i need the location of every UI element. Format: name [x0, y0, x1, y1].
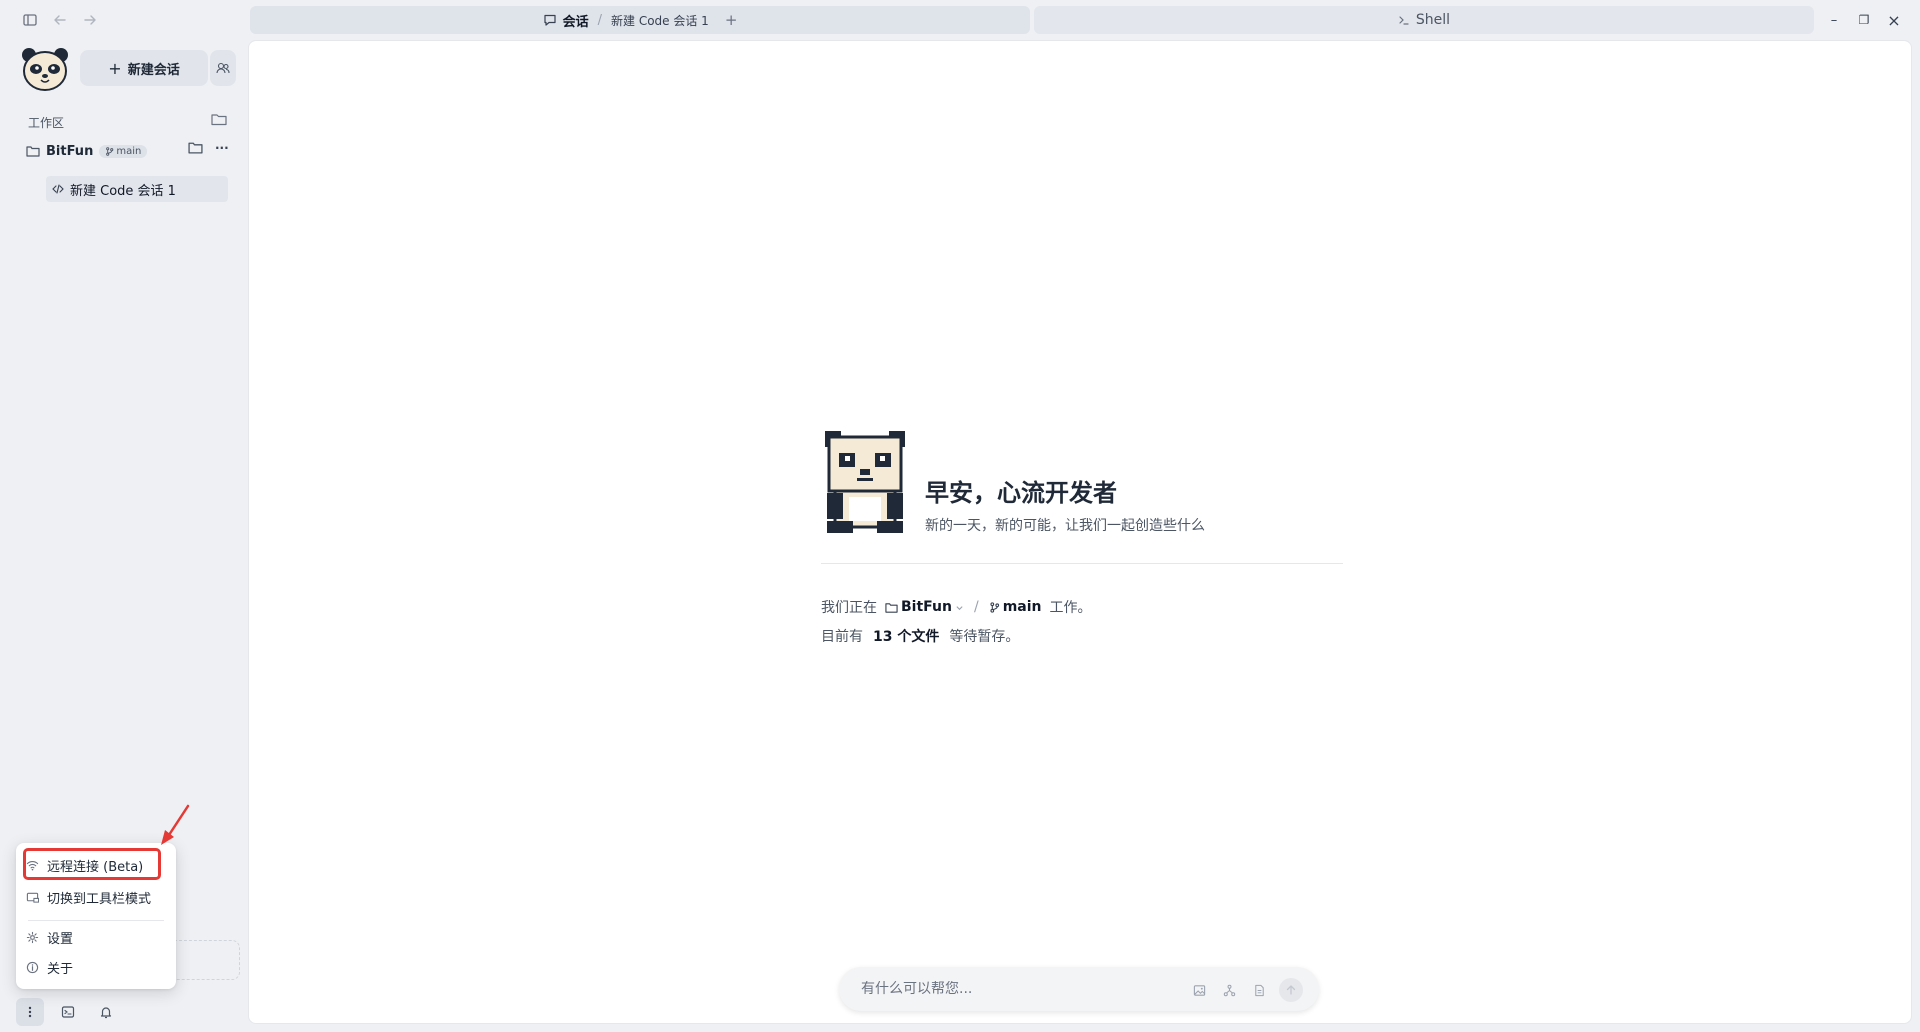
hierarchy-icon[interactable] — [1219, 980, 1239, 1000]
workspace-label: 工作区 — [28, 116, 65, 130]
files-count-link[interactable]: 13 个文件 — [873, 626, 939, 646]
open-folder-icon[interactable] — [210, 110, 228, 128]
terminal-prompt-icon — [1398, 14, 1410, 26]
chat-tools — [1189, 978, 1303, 1002]
sidebar-bottom-panel — [174, 940, 240, 980]
bell-icon[interactable] — [92, 998, 120, 1026]
code-icon — [52, 184, 64, 194]
tab-chat-section-label: 会话 — [562, 14, 589, 30]
project-actions: ··· — [188, 140, 229, 155]
branch-badge: main — [99, 144, 148, 158]
restore-button[interactable]: ❐ — [1854, 10, 1874, 30]
menu-item-label: 设置 — [47, 931, 74, 947]
forward-arrow-icon[interactable] — [80, 10, 100, 30]
chat-bubble-icon — [543, 13, 557, 27]
files-suffix: 等待暂存。 — [949, 629, 1020, 645]
arrow-up-icon — [1286, 985, 1296, 995]
users-icon — [216, 62, 230, 74]
folder-icon — [26, 146, 40, 157]
document-icon[interactable] — [1249, 980, 1269, 1000]
toolbar-icon — [26, 892, 39, 903]
team-button[interactable] — [210, 50, 236, 86]
plus-icon: + — [108, 58, 122, 78]
send-button[interactable] — [1279, 978, 1303, 1002]
menu-item-toolbar-mode[interactable]: 切换到工具栏模式 — [26, 886, 151, 908]
tab-chat-session-label: 新建 Code 会话 1 — [611, 13, 709, 28]
session-label: 新建 Code 会话 1 — [70, 183, 176, 199]
new-chat-label: 新建会话 — [127, 62, 180, 78]
annotation-arrow-icon — [161, 804, 190, 845]
menu-item-about[interactable]: 关于 — [26, 956, 73, 978]
files-status-line: 目前有 13 个文件 等待暂存。 — [821, 626, 1019, 646]
chat-input-box — [839, 967, 1319, 1011]
hero-divider — [821, 563, 1343, 564]
chevron-down-icon — [956, 605, 963, 610]
working-suffix: 工作。 — [1049, 600, 1092, 616]
main-panel: 早安，心流开发者 新的一天，新的可能，让我们一起创造些什么 我们正在 BitFu… — [248, 40, 1912, 1024]
annotation-highlight-box — [23, 848, 161, 880]
project-selector[interactable]: BitFun — [885, 599, 964, 615]
greeting-subtitle: 新的一天，新的可能，让我们一起创造些什么 — [925, 518, 1205, 534]
tab-chat[interactable]: 会话 / 新建 Code 会话 1 + — [250, 6, 1030, 34]
folder-action-icon[interactable] — [188, 140, 203, 155]
working-status-line: 我们正在 BitFun / main 工作。 — [821, 597, 1092, 617]
project-name: BitFun — [46, 143, 94, 159]
project-name: BitFun — [901, 599, 952, 615]
greeting-title: 早安，心流开发者 — [925, 479, 1117, 507]
panda-logo-icon[interactable] — [20, 46, 70, 92]
minimize-button[interactable]: – — [1824, 10, 1844, 30]
menu-divider — [28, 920, 164, 921]
session-item[interactable]: 新建 Code 会话 1 — [46, 176, 228, 202]
git-branch-icon — [990, 601, 999, 613]
more-options-button[interactable]: ··· — [215, 141, 229, 155]
tab-shell[interactable]: Shell — [1034, 6, 1814, 34]
branch-name: main — [1002, 599, 1042, 615]
gear-icon — [26, 931, 39, 943]
close-button[interactable]: × — [1884, 10, 1904, 30]
back-arrow-icon[interactable] — [50, 10, 70, 30]
branch-name: main — [116, 145, 142, 157]
chat-input[interactable] — [861, 981, 1181, 997]
panda-mascot-icon — [825, 431, 905, 533]
sidebar-toggle-icon[interactable] — [20, 10, 40, 30]
more-vertical-icon[interactable] — [16, 998, 44, 1026]
info-icon — [26, 961, 39, 973]
files-prefix: 目前有 — [821, 629, 863, 645]
menu-item-label: 切换到工具栏模式 — [47, 891, 152, 907]
menu-item-settings[interactable]: 设置 — [26, 926, 73, 948]
folder-icon — [885, 602, 898, 613]
image-icon[interactable] — [1189, 980, 1209, 1000]
title-bar: 会话 / 新建 Code 会话 1 + Shell – ❐ × — [0, 0, 1920, 40]
tab-shell-label: Shell — [1415, 12, 1451, 28]
terminal-icon[interactable] — [54, 998, 82, 1026]
new-chat-button[interactable]: + 新建会话 — [80, 50, 208, 86]
add-tab-button[interactable]: + — [725, 11, 738, 29]
git-branch-icon — [106, 146, 114, 156]
working-prefix: 我们正在 — [821, 600, 877, 616]
sidebar-bottom-bar — [16, 998, 120, 1026]
menu-item-label: 关于 — [47, 961, 74, 977]
tab-chat-separator: / — [597, 12, 602, 28]
branch-selector[interactable]: main — [989, 599, 1042, 615]
status-separator: / — [973, 599, 979, 615]
